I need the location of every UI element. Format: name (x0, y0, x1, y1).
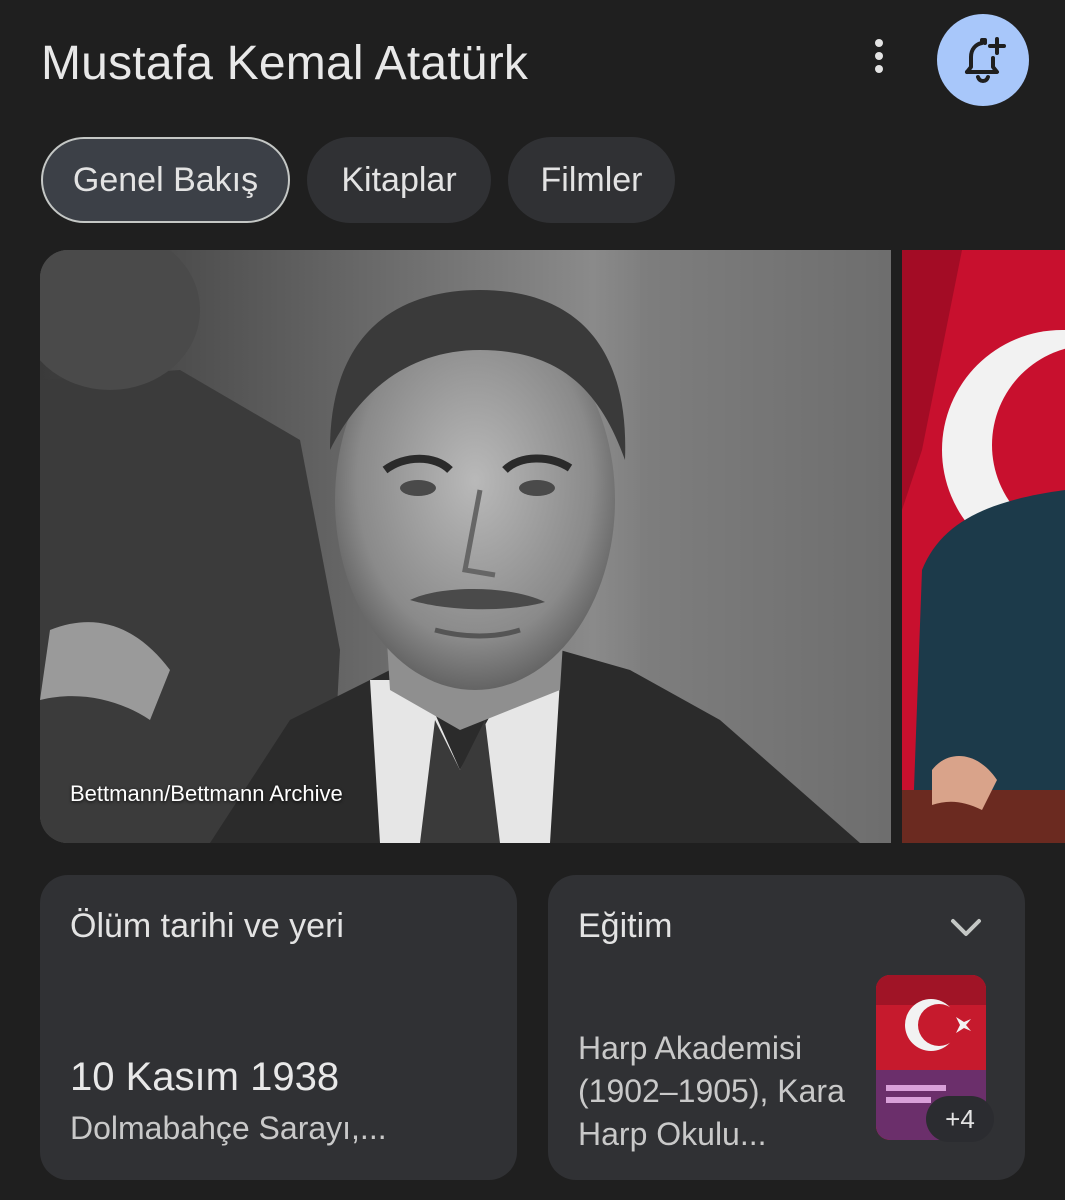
education-card-title: Eğitim (578, 907, 673, 945)
more-vert-icon (875, 39, 883, 73)
image-credit: Bettmann/Bettmann Archive (70, 781, 343, 806)
death-info-card[interactable]: Ölüm tarihi ve yeri 10 Kasım 1938 Dolmab… (40, 875, 517, 1180)
death-card-title: Ölüm tarihi ve yeri (70, 907, 344, 945)
follow-notification-button[interactable] (937, 14, 1029, 106)
bell-add-icon (965, 37, 1006, 84)
portrait-photo-icon (40, 250, 891, 843)
tab-genel-bakis[interactable]: Genel Bakış (41, 137, 290, 223)
education-text: Harp Akademisi (1902–1905), Kara Harp Ok… (578, 1030, 845, 1152)
death-place: Dolmabahçe Sarayı,... (70, 1110, 387, 1146)
chevron-down-icon (951, 919, 981, 936)
more-count-badge[interactable]: +4 (926, 1096, 994, 1142)
flag-portrait-icon (902, 250, 1065, 843)
main-portrait-image[interactable]: Bettmann/Bettmann Archive (40, 250, 891, 843)
education-card[interactable]: Eğitim Harp Akademisi (1902–1905), Kara … (548, 875, 1025, 1180)
tab-kitaplar[interactable]: Kitaplar (307, 137, 491, 223)
secondary-image[interactable] (902, 250, 1065, 843)
page-title: Mustafa Kemal Atatürk (41, 37, 529, 90)
tab-filmler[interactable]: Filmler (508, 137, 675, 223)
death-date: 10 Kasım 1938 (70, 1055, 340, 1099)
expand-button[interactable] (946, 911, 986, 945)
more-options-button[interactable] (862, 36, 896, 76)
